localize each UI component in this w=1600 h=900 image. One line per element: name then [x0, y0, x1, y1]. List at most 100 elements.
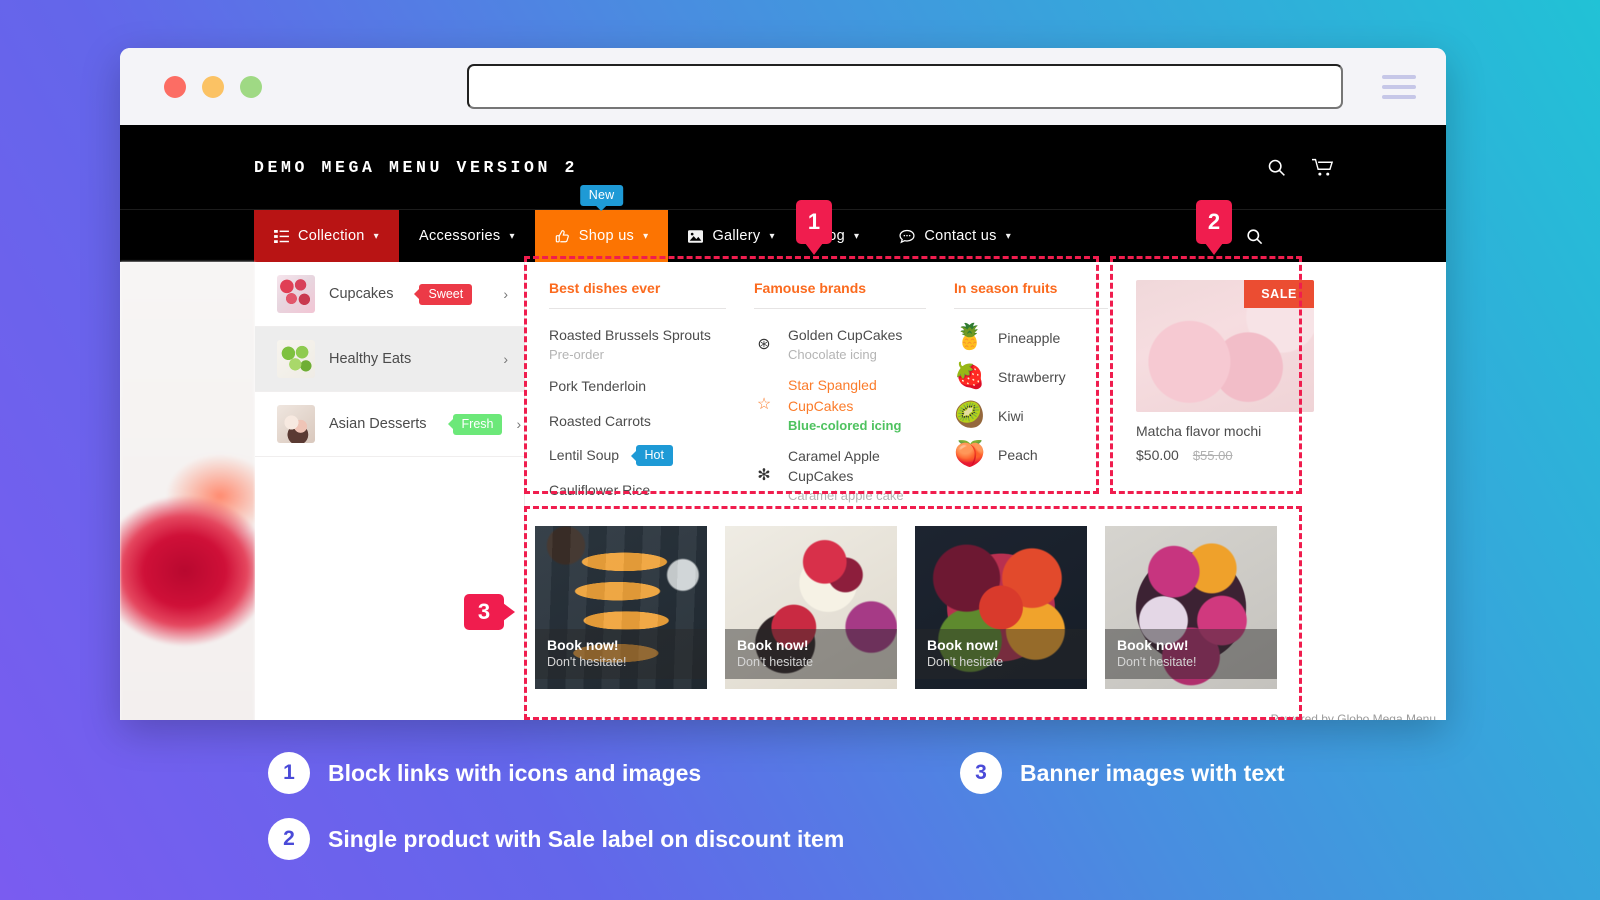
- legend-number: 2: [268, 818, 310, 860]
- legend-number: 1: [268, 752, 310, 794]
- list-item[interactable]: Roasted Carrots: [549, 411, 726, 431]
- product-image: SALE: [1136, 280, 1314, 412]
- list-item[interactable]: ☆ Star Spangled CupCakes Blue-colored ic…: [754, 375, 926, 433]
- column-title: In season fruits: [954, 280, 1058, 296]
- nav-item-gallery[interactable]: Gallery ▾: [668, 210, 794, 262]
- cart-icon[interactable]: [1311, 157, 1334, 178]
- link-label: Peach: [998, 446, 1038, 463]
- column-title: Best dishes ever: [549, 280, 661, 296]
- browser-menu-icon[interactable]: [1382, 74, 1416, 99]
- legend-label: Block links with icons and images: [328, 759, 702, 786]
- url-input[interactable]: [467, 64, 1343, 109]
- sidebar-item-cupcakes[interactable]: Cupcakes Sweet ›: [255, 262, 524, 327]
- mega-menu-sidebar: Cupcakes Sweet › Healthy Eats › Asian De…: [255, 262, 525, 720]
- chevron-down-icon: ▾: [373, 230, 379, 242]
- tag-hot: Hot: [635, 445, 673, 467]
- link-sublabel: Pre-order: [549, 347, 604, 363]
- sidebar-item-label: Healthy Eats: [329, 351, 412, 367]
- column-famous-brands: Famouse brands ⊛ Golden CupCakes Chocola…: [740, 280, 940, 516]
- link-label: Kiwi: [998, 407, 1024, 424]
- banner-subtitle: Don't hesitate: [737, 655, 814, 670]
- column-title: Famouse brands: [754, 280, 867, 296]
- pineapple-icon: 🍍: [954, 323, 986, 351]
- banner-title: Book now!: [547, 637, 619, 654]
- maximize-window-button[interactable]: [240, 75, 262, 98]
- list-item[interactable]: Roasted Brussels Sprouts Pre-order: [549, 325, 726, 362]
- list-item[interactable]: ⊛ Golden CupCakes Chocolate icing: [754, 325, 926, 362]
- nav-label: Shop us: [578, 228, 635, 244]
- banner-title: Book now!: [737, 637, 809, 654]
- kiwi-icon: 🥝: [954, 401, 986, 429]
- asterisk-icon: ✻: [757, 466, 771, 484]
- circled-asterisk-icon: ⊛: [757, 335, 771, 353]
- chevron-right-icon: ›: [503, 351, 508, 367]
- sidebar-tag-fresh: Fresh: [452, 413, 503, 435]
- link-label: Caramel Apple CupCakes: [788, 447, 880, 485]
- list-item[interactable]: 🥝 Kiwi: [954, 403, 1108, 428]
- product-title: Matcha flavor mochi: [1136, 423, 1262, 439]
- list-item[interactable]: ✻ Caramel Apple CupCakes Caramel apple c…: [754, 446, 926, 504]
- list-item[interactable]: Pork Tenderloin: [549, 376, 726, 396]
- column-in-season-fruits: In season fruits 🍍 Pineapple 🍓 Strawberr…: [940, 280, 1122, 516]
- search-icon[interactable]: [1266, 157, 1287, 178]
- cupcakes-thumbnail: [277, 275, 315, 313]
- link-label: Pineapple: [998, 329, 1061, 346]
- nav-item-shop-us[interactable]: New Shop us ▾: [534, 185, 669, 262]
- healthy-eats-thumbnail: [277, 340, 315, 378]
- product-price: $50.00: [1136, 447, 1179, 463]
- window-controls[interactable]: [164, 75, 262, 98]
- banner-text-overlay: Book now! Don't hesitate!: [1105, 629, 1277, 680]
- link-label: Lentil Soup: [549, 446, 620, 463]
- site-header: DEMO MEGA MENU VERSION 2: [120, 125, 1446, 209]
- divider: [549, 308, 726, 309]
- nav-label: Contact us: [924, 228, 997, 244]
- list-item[interactable]: Cauliflower Rice: [549, 480, 726, 500]
- list-item[interactable]: 🍍 Pineapple: [954, 325, 1108, 350]
- chevron-down-icon: ▾: [509, 230, 515, 242]
- peach-icon: 🍑: [954, 440, 986, 468]
- divider: [754, 308, 926, 309]
- legend: 1 Block links with icons and images 2 Si…: [0, 736, 1600, 876]
- legend-label: Single product with Sale label on discou…: [328, 825, 845, 852]
- asian-desserts-thumbnail: [277, 405, 315, 443]
- sidebar-item-label: Cupcakes: [329, 286, 394, 302]
- legend-item-2: 2 Single product with Sale label on disc…: [268, 818, 844, 860]
- banner-subtitle: Don't hesitate!: [547, 655, 627, 670]
- close-window-button[interactable]: [164, 75, 186, 98]
- banner-text-overlay: Book now! Don't hesitate!: [535, 629, 707, 680]
- list-item[interactable]: Lentil Soup Hot: [549, 445, 726, 467]
- legend-item-1: 1 Block links with icons and images: [268, 752, 701, 794]
- chevron-down-icon: ▾: [643, 230, 649, 242]
- banner-item[interactable]: Book now! Don't hesitate!: [1105, 526, 1277, 690]
- product-card[interactable]: SALE Matcha flavor mochi $50.00 $55.00: [1136, 280, 1314, 463]
- sidebar-item-asian-desserts[interactable]: Asian Desserts Fresh ›: [255, 392, 524, 457]
- sidebar-item-healthy-eats[interactable]: Healthy Eats ›: [255, 327, 524, 392]
- chevron-right-icon: ›: [503, 286, 508, 302]
- list-item[interactable]: 🍓 Strawberry: [954, 364, 1108, 389]
- nav-item-contact-us[interactable]: Contact us ▾: [879, 210, 1031, 262]
- column-featured-product: SALE Matcha flavor mochi $50.00 $55.00: [1122, 280, 1317, 516]
- chevron-down-icon: ▾: [769, 230, 775, 242]
- nav-item-collection[interactable]: Collection ▾: [254, 210, 399, 262]
- status-badge: SALE: [1244, 280, 1314, 308]
- list-item[interactable]: 🍑 Peach: [954, 442, 1108, 467]
- link-label: Golden CupCakes: [788, 327, 903, 343]
- nav-label: Accessories: [419, 228, 501, 244]
- chat-icon: [899, 229, 915, 244]
- banner-item[interactable]: Book now! Don't hesitate: [915, 526, 1087, 690]
- nav-label: Collection: [298, 228, 365, 244]
- nav-search-icon[interactable]: [1231, 210, 1278, 262]
- banner-item[interactable]: Book now! Don't hesitate: [725, 526, 897, 690]
- nav-item-accessories[interactable]: Accessories ▾: [399, 210, 535, 262]
- link-sublabel: Chocolate icing: [788, 347, 877, 363]
- marker-1: 1: [796, 200, 832, 244]
- column-best-dishes: Best dishes ever Roasted Brussels Sprout…: [535, 280, 740, 516]
- banner-item[interactable]: Book now! Don't hesitate!: [535, 526, 707, 690]
- minimize-window-button[interactable]: [202, 75, 224, 98]
- banner-row: Book now! Don't hesitate! Book now! Don'…: [525, 516, 1446, 690]
- link-label: Roasted Carrots: [549, 412, 651, 429]
- banner-text-overlay: Book now! Don't hesitate: [915, 629, 1087, 680]
- link-label: Cauliflower Rice: [549, 482, 651, 499]
- banner-text-overlay: Book now! Don't hesitate: [725, 629, 897, 680]
- thumbs-up-icon: [555, 229, 570, 244]
